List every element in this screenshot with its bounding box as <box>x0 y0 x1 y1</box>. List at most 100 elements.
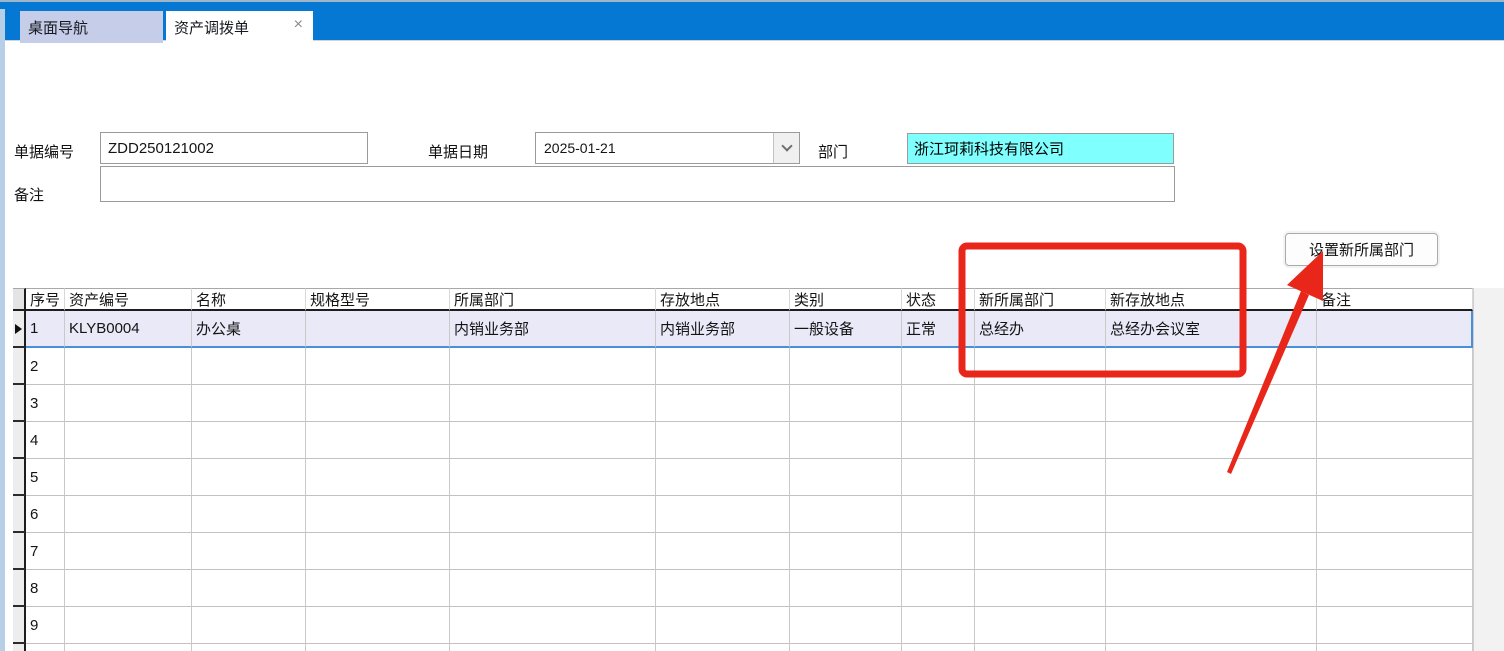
table-cell[interactable] <box>975 570 1106 607</box>
table-cell[interactable] <box>1317 607 1473 644</box>
table-cell[interactable] <box>192 533 306 570</box>
table-cell[interactable] <box>65 644 192 651</box>
header-cell[interactable]: 存放地点 <box>656 288 790 311</box>
table-cell[interactable] <box>1317 348 1473 385</box>
row-selector[interactable] <box>13 459 26 496</box>
table-cell[interactable] <box>902 459 975 496</box>
table-cell[interactable] <box>306 570 450 607</box>
table-cell[interactable]: 10 <box>26 644 65 651</box>
table-cell[interactable] <box>306 496 450 533</box>
remarks-input[interactable] <box>100 166 1175 202</box>
tab-asset-transfer-order[interactable]: 资产调拨单 × <box>166 11 313 43</box>
table-cell[interactable]: 1 <box>26 311 65 348</box>
table-cell[interactable] <box>306 533 450 570</box>
table-cell[interactable] <box>306 348 450 385</box>
table-cell[interactable] <box>902 348 975 385</box>
header-cell[interactable]: 状态 <box>902 288 975 311</box>
row-selector[interactable] <box>13 311 26 348</box>
doc-date-combobox[interactable]: 2025-01-21 <box>535 132 800 164</box>
table-cell[interactable] <box>65 496 192 533</box>
header-cell[interactable]: 备注 <box>1317 288 1473 311</box>
header-cell[interactable]: 新存放地点 <box>1106 288 1317 311</box>
table-cell[interactable] <box>65 533 192 570</box>
row-selector[interactable] <box>13 533 26 570</box>
table-cell[interactable] <box>656 607 790 644</box>
table-cell[interactable] <box>1317 644 1473 651</box>
header-cell[interactable]: 序号 <box>26 288 65 311</box>
dept-input[interactable]: 浙江珂莉科技有限公司 <box>907 133 1174 164</box>
vertical-scrollbar[interactable] <box>1473 288 1504 651</box>
table-cell[interactable] <box>450 496 656 533</box>
table-cell[interactable] <box>192 496 306 533</box>
table-cell[interactable] <box>790 496 902 533</box>
row-selector[interactable] <box>13 496 26 533</box>
table-cell[interactable] <box>450 607 656 644</box>
table-cell[interactable] <box>656 459 790 496</box>
table-cell[interactable] <box>975 348 1106 385</box>
table-cell[interactable]: 总经办 <box>975 311 1106 348</box>
row-selector[interactable] <box>13 422 26 459</box>
table-cell[interactable] <box>902 570 975 607</box>
table-cell[interactable] <box>790 422 902 459</box>
table-cell[interactable] <box>1106 607 1317 644</box>
table-cell[interactable]: 内销业务部 <box>450 311 656 348</box>
table-cell[interactable]: 9 <box>26 607 65 644</box>
table-cell[interactable] <box>450 533 656 570</box>
table-cell[interactable] <box>975 459 1106 496</box>
table-cell[interactable] <box>902 607 975 644</box>
table-cell[interactable] <box>790 644 902 651</box>
table-cell[interactable] <box>450 385 656 422</box>
table-cell[interactable] <box>192 422 306 459</box>
table-cell[interactable] <box>902 385 975 422</box>
table-cell[interactable]: 4 <box>26 422 65 459</box>
table-cell[interactable] <box>790 607 902 644</box>
table-cell[interactable] <box>975 644 1106 651</box>
header-cell[interactable]: 名称 <box>192 288 306 311</box>
table-cell[interactable] <box>790 459 902 496</box>
header-cell[interactable]: 新所属部门 <box>975 288 1106 311</box>
table-cell[interactable] <box>1317 570 1473 607</box>
header-cell[interactable]: 类别 <box>790 288 902 311</box>
header-cell[interactable]: 规格型号 <box>306 288 450 311</box>
table-cell[interactable] <box>1317 422 1473 459</box>
table-cell[interactable]: 3 <box>26 385 65 422</box>
table-cell[interactable]: 办公桌 <box>192 311 306 348</box>
table-cell[interactable] <box>65 422 192 459</box>
table-cell[interactable] <box>1317 533 1473 570</box>
table-cell[interactable] <box>656 496 790 533</box>
table-cell[interactable]: 5 <box>26 459 65 496</box>
table-cell[interactable] <box>1106 533 1317 570</box>
table-cell[interactable] <box>306 644 450 651</box>
table-cell[interactable] <box>902 496 975 533</box>
table-cell[interactable] <box>306 422 450 459</box>
table-cell[interactable] <box>975 422 1106 459</box>
row-selector[interactable] <box>13 644 26 651</box>
doc-date-dropdown-button[interactable] <box>773 133 799 163</box>
table-cell[interactable]: 6 <box>26 496 65 533</box>
table-cell[interactable] <box>1317 459 1473 496</box>
table-cell[interactable]: 2 <box>26 348 65 385</box>
table-cell[interactable] <box>65 348 192 385</box>
table-cell[interactable] <box>1106 348 1317 385</box>
table-cell[interactable] <box>192 348 306 385</box>
table-cell[interactable] <box>656 348 790 385</box>
table-cell[interactable] <box>656 570 790 607</box>
table-cell[interactable] <box>902 533 975 570</box>
table-cell[interactable] <box>1106 385 1317 422</box>
table-cell[interactable] <box>1106 422 1317 459</box>
table-cell[interactable] <box>192 570 306 607</box>
set-new-department-button[interactable]: 设置新所属部门 <box>1285 233 1438 266</box>
doc-no-input[interactable]: ZDD250121002 <box>100 132 368 164</box>
table-cell[interactable] <box>306 459 450 496</box>
table-cell[interactable] <box>65 385 192 422</box>
table-cell[interactable] <box>306 607 450 644</box>
table-cell[interactable] <box>450 644 656 651</box>
table-cell[interactable]: 7 <box>26 533 65 570</box>
table-cell[interactable]: 一般设备 <box>790 311 902 348</box>
table-cell[interactable] <box>65 459 192 496</box>
table-cell[interactable]: 8 <box>26 570 65 607</box>
row-selector[interactable] <box>13 607 26 644</box>
table-cell[interactable] <box>1106 570 1317 607</box>
table-cell[interactable] <box>450 570 656 607</box>
table-cell[interactable] <box>450 422 656 459</box>
